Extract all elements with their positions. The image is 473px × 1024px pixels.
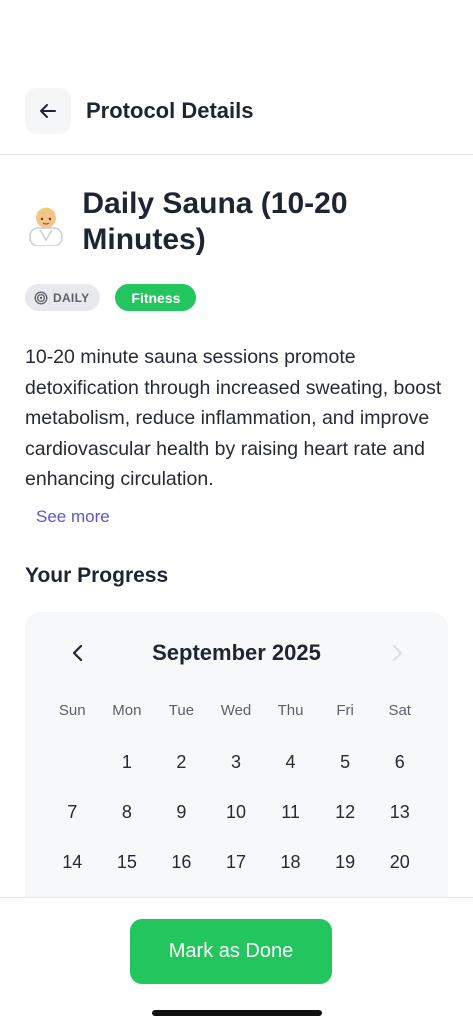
sauna-person-icon	[25, 200, 67, 246]
calendar-day[interactable]: 20	[372, 850, 427, 874]
calendar-day[interactable]: 10	[209, 800, 264, 824]
category-badge: Fitness	[115, 284, 197, 311]
calendar-day[interactable]: 16	[154, 850, 209, 874]
calendar-day[interactable]: 2	[154, 750, 209, 774]
weekday-label: Wed	[220, 702, 252, 719]
calendar-day[interactable]: 6	[372, 750, 427, 774]
page-title: Protocol Details	[86, 98, 254, 123]
previous-month-button[interactable]	[65, 640, 91, 666]
calendar-month-label: September 2025	[152, 640, 321, 665]
calendar-day[interactable]: 18	[263, 850, 318, 874]
arrow-left-icon	[40, 104, 56, 118]
progress-section-title: Your Progress	[25, 564, 169, 587]
calendar-day[interactable]: 15	[100, 850, 155, 874]
weekday-label: Tue	[168, 702, 195, 719]
calendar-nav: September 2025	[25, 638, 448, 668]
progress-calendar: September 2025 Sun Mon Tue Wed Thu Fri Sat 123…	[25, 612, 448, 912]
calendar-day[interactable]: 13	[372, 800, 427, 824]
back-button[interactable]	[25, 88, 71, 134]
chevron-left-icon	[72, 644, 83, 662]
calendar-day[interactable]: 5	[318, 750, 373, 774]
protocol-title-row: Daily Sauna (10-20 Minutes)	[25, 186, 448, 258]
calendar-day[interactable]: 12	[318, 800, 373, 824]
frequency-badge-label: DAILY	[53, 290, 90, 305]
calendar-day-grid: 1 2 3 4 5 6 7 8 9 10 11 12 13 14 15 16 17 18 19 20	[45, 750, 427, 874]
calendar-empty-cell	[45, 750, 100, 774]
calendar-day[interactable]: 7	[45, 800, 100, 824]
calendar-day[interactable]: 14	[45, 850, 100, 874]
calendar-day[interactable]: 1	[100, 750, 155, 774]
home-indicator	[152, 1010, 322, 1016]
calendar-day[interactable]: 8	[100, 800, 155, 824]
protocol-description: 10-20 minute sauna sessions promote deto…	[25, 346, 442, 490]
header-bar: Protocol Details	[25, 88, 448, 134]
protocol-title: Daily Sauna (10-20 Minutes)	[82, 187, 348, 256]
mark-as-done-button[interactable]: Mark as Done	[130, 919, 332, 984]
calendar-day[interactable]: 4	[263, 750, 318, 774]
weekday-label: Mon	[112, 702, 142, 719]
calendar-day[interactable]: 17	[209, 850, 264, 874]
weekday-label: Sat	[388, 702, 411, 719]
badge-row: DAILY Fitness	[25, 284, 197, 311]
header-divider	[0, 154, 473, 155]
calendar-day[interactable]: 19	[318, 850, 373, 874]
weekday-label: Sun	[58, 702, 86, 719]
calendar-day[interactable]: 9	[154, 800, 209, 824]
calendar-day[interactable]: 3	[209, 750, 264, 774]
frequency-badge: DAILY	[25, 284, 101, 311]
weekday-label: Thu	[277, 702, 304, 719]
target-icon	[34, 291, 48, 304]
calendar-weekday-row: Sun Mon Tue Wed Thu Fri Sat	[45, 702, 427, 719]
chevron-right-icon	[393, 645, 402, 661]
bottom-action-bar: Mark as Done	[0, 897, 473, 1024]
see-more-link[interactable]: See more	[36, 507, 110, 527]
weekday-label: Fri	[336, 702, 354, 719]
calendar-day[interactable]: 11	[263, 800, 318, 824]
next-month-button[interactable]	[384, 640, 410, 666]
